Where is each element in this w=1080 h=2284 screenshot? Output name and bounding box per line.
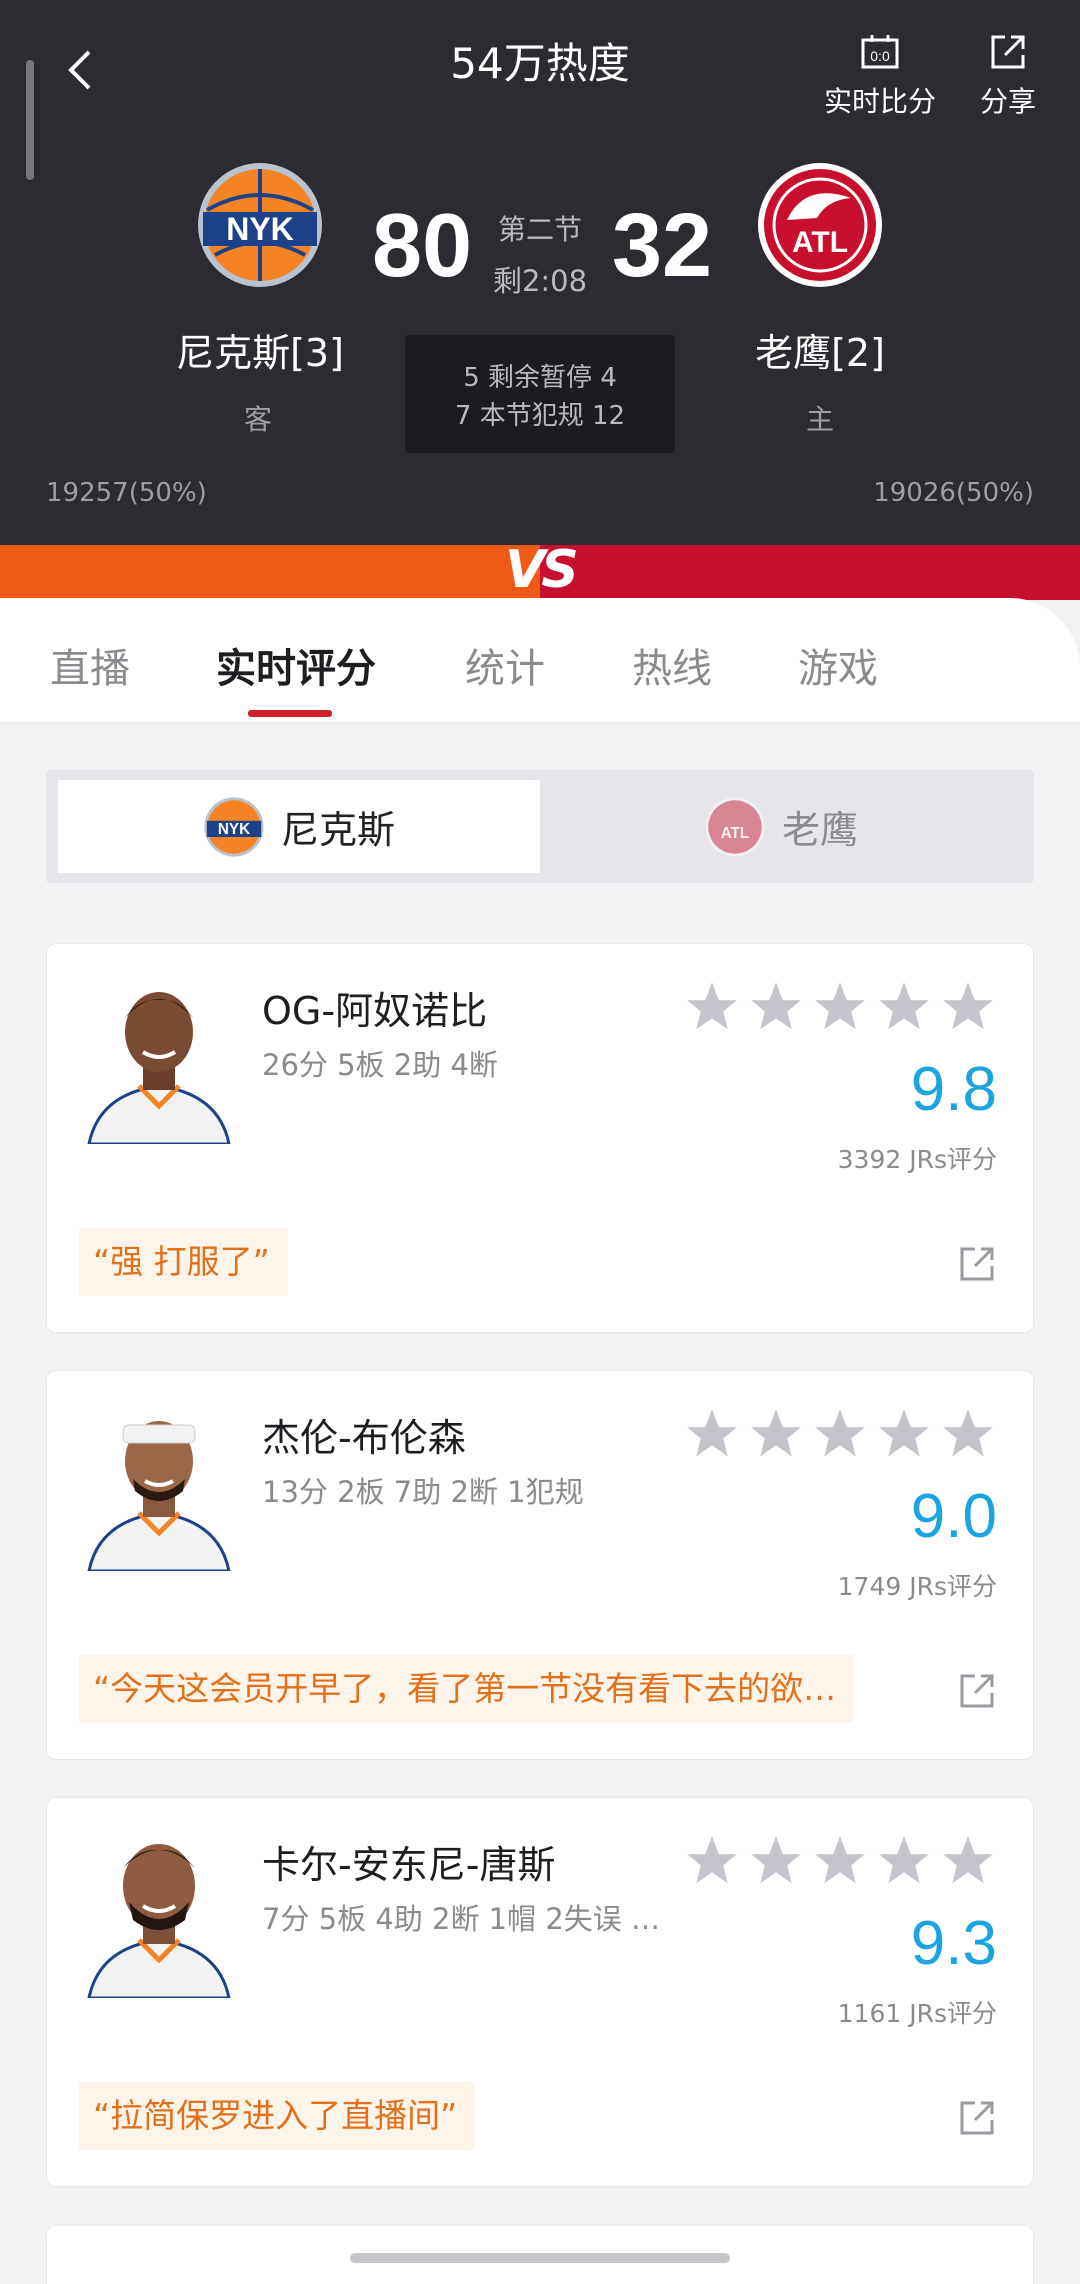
star-icon[interactable] xyxy=(941,980,995,1034)
top-comment[interactable]: “强 打服了” xyxy=(79,1228,288,1296)
star-icon[interactable] xyxy=(877,1834,931,1888)
page-title: 54万热度 xyxy=(450,39,630,88)
away-support-count: 19257(50%) xyxy=(46,478,207,508)
period-fouls: 7 本节犯规 12 xyxy=(454,401,626,431)
player-photo xyxy=(79,1401,239,1571)
tab-live[interactable]: 直播 xyxy=(50,636,130,694)
player-rating: 9.3 xyxy=(910,1909,997,1978)
knicks-logo: NYK xyxy=(198,163,322,287)
home-support-bar xyxy=(540,545,1080,600)
tab-games[interactable]: 游戏 xyxy=(798,636,878,694)
rating-stars[interactable] xyxy=(685,980,995,1034)
home-indicator[interactable] xyxy=(350,2253,730,2263)
chevron-left-icon xyxy=(68,50,91,90)
tab-hotline[interactable]: 热线 xyxy=(632,636,712,694)
svg-text:NYK: NYK xyxy=(226,211,294,247)
toggle-knicks-label: 尼克斯 xyxy=(280,808,395,852)
star-icon[interactable] xyxy=(941,1407,995,1461)
vs-badge: VS xyxy=(505,540,579,600)
player-card[interactable]: 卡尔-安东尼-唐斯 7分 5板 4助 2断 1帽 2失误 … 9.3 1161 … xyxy=(46,1797,1034,2187)
player-name: 卡尔-安东尼-唐斯 xyxy=(262,1843,556,1887)
star-icon[interactable] xyxy=(877,980,931,1034)
rating-stars[interactable] xyxy=(685,1834,995,1888)
tab-bar: 直播 实时评分 统计 热线 游戏 xyxy=(0,598,1080,723)
svg-text:ATL: ATL xyxy=(792,226,848,259)
away-score: 80 xyxy=(372,196,473,296)
player-card[interactable]: 杰伦-布伦森 13分 2板 7助 2断 1犯规 9.0 1749 JRs评分 “… xyxy=(46,1370,1034,1760)
team-toggle: NYK 尼克斯 ATL 老鹰 xyxy=(46,770,1034,883)
scroll-indicator xyxy=(26,60,34,180)
back-button[interactable] xyxy=(50,40,110,100)
svg-text:ATL: ATL xyxy=(721,824,750,841)
star-icon[interactable] xyxy=(749,1407,803,1461)
share-icon xyxy=(991,35,1025,69)
active-tab-indicator xyxy=(248,710,332,717)
open-link-icon[interactable] xyxy=(957,1671,997,1711)
rating-count: 3392 JRs评分 xyxy=(837,1145,997,1174)
game-period: 第二节 xyxy=(497,213,582,246)
game-clock: 剩2:08 xyxy=(492,264,588,298)
star-icon[interactable] xyxy=(941,1834,995,1888)
home-support-count: 19026(50%) xyxy=(873,478,1034,508)
star-icon[interactable] xyxy=(685,1834,739,1888)
live-game-page: { "header": { "title": "54万热度", "realtim… xyxy=(0,0,1080,2284)
top-comment[interactable]: “拉简保罗进入了直播间” xyxy=(79,2082,476,2150)
home-team-name: 老鹰[2] xyxy=(755,331,885,375)
svg-text:0:0: 0:0 xyxy=(870,48,890,64)
top-comment[interactable]: “今天这会员开早了，看了第一节没有看下去的欲… xyxy=(79,1655,855,1723)
away-support-bar xyxy=(0,545,540,600)
player-rating: 9.8 xyxy=(910,1055,997,1124)
knicks-logo-icon: NYK xyxy=(204,796,264,857)
rating-stars[interactable] xyxy=(685,1407,995,1461)
svg-text:NYK: NYK xyxy=(218,821,250,838)
star-icon[interactable] xyxy=(813,1834,867,1888)
tab-stats[interactable]: 统计 xyxy=(465,636,545,694)
star-icon[interactable] xyxy=(685,1407,739,1461)
scoreboard-icon: 0:0 xyxy=(861,35,899,69)
star-icon[interactable] xyxy=(813,1407,867,1461)
star-icon[interactable] xyxy=(813,980,867,1034)
hawks-logo: ATL xyxy=(758,163,882,287)
rating-count: 1749 JRs评分 xyxy=(837,1572,997,1601)
share-button[interactable]: 分享 xyxy=(968,30,1048,120)
share-label: 分享 xyxy=(979,85,1036,118)
hawks-logo-icon: ATL xyxy=(705,796,765,857)
away-team-name: 尼克斯[3] xyxy=(176,331,344,375)
player-photo xyxy=(79,1828,239,1998)
realtime-score-button[interactable]: 0:0 实时比分 xyxy=(820,30,940,120)
player-card[interactable]: OG-阿奴诺比 26分 5板 2助 4断 9.8 3392 JRs评分 “强 打… xyxy=(46,943,1034,1333)
player-stats: 13分 2板 7助 2断 1犯规 xyxy=(262,1475,584,1509)
home-label: 主 xyxy=(805,403,834,436)
rating-count: 1161 JRs评分 xyxy=(837,1999,997,2028)
player-name: 杰伦-布伦森 xyxy=(262,1416,466,1460)
game-stat-box: 5 剩余暂停 4 7 本节犯规 12 xyxy=(405,335,675,453)
player-photo xyxy=(79,974,239,1144)
star-icon[interactable] xyxy=(877,1407,931,1461)
open-link-icon[interactable] xyxy=(957,2098,997,2138)
star-icon[interactable] xyxy=(749,1834,803,1888)
game-header: 54万热度 0:0 实时比分 分享 NYK 80 第二节 剩2:08 32 AT… xyxy=(0,0,1080,545)
player-stats: 26分 5板 2助 4断 xyxy=(262,1048,498,1082)
realtime-score-label: 实时比分 xyxy=(823,85,936,118)
timeouts-remaining: 5 剩余暂停 4 xyxy=(463,363,617,393)
player-name: OG-阿奴诺比 xyxy=(262,989,488,1033)
tab-realtime-rating[interactable]: 实时评分 xyxy=(216,636,376,694)
away-label: 客 xyxy=(243,403,272,436)
open-link-icon[interactable] xyxy=(957,1244,997,1284)
toggle-knicks[interactable]: NYK 尼克斯 xyxy=(58,780,540,873)
star-icon[interactable] xyxy=(685,980,739,1034)
player-rating: 9.0 xyxy=(910,1482,997,1551)
home-score: 32 xyxy=(612,196,713,296)
toggle-hawks[interactable]: ATL 老鹰 xyxy=(540,780,1022,873)
star-icon[interactable] xyxy=(749,980,803,1034)
toggle-hawks-label: 老鹰 xyxy=(781,808,858,852)
player-stats: 7分 5板 4助 2断 1帽 2失误 … xyxy=(262,1902,661,1936)
